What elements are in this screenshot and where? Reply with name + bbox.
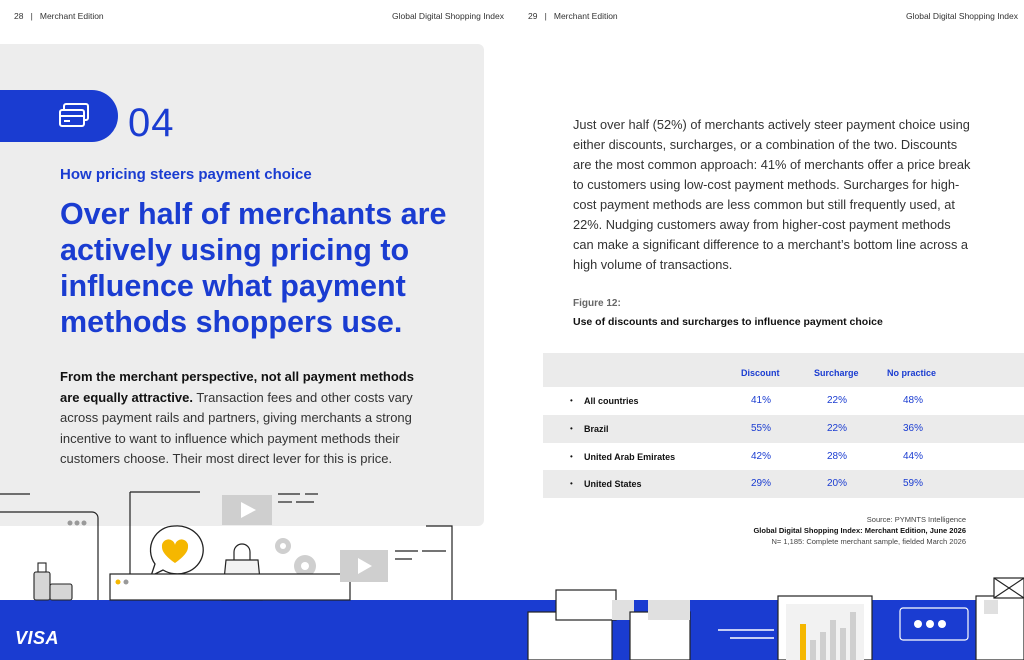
- source-line-sample: N= 1,185: Complete merchant sample, fiel…: [771, 537, 966, 546]
- row-country: United Arab Emirates: [584, 451, 676, 462]
- row-bullet: •: [570, 396, 573, 405]
- intro-paragraph: From the merchant perspective, not all p…: [60, 367, 430, 470]
- right-edition: Merchant Edition: [553, 11, 618, 21]
- table-row: • United States 29% 20% 59%: [543, 470, 1024, 498]
- left-edition: Merchant Edition: [39, 11, 104, 21]
- row-country: All countries: [584, 395, 639, 406]
- cell-discount: 42%: [750, 451, 771, 462]
- row-bullet: •: [570, 452, 573, 461]
- header-separator: |: [30, 11, 33, 21]
- section-number: 04: [128, 101, 175, 145]
- cell-discount: 41%: [750, 395, 771, 406]
- cell-no-practice: 48%: [902, 395, 923, 406]
- table-row: • Brazil 55% 22% 36%: [543, 415, 1024, 443]
- row-bullet: •: [570, 479, 573, 488]
- cell-discount: 55%: [750, 423, 771, 434]
- row-country: Brazil: [584, 423, 609, 434]
- left-page-number: 28: [14, 11, 24, 21]
- footer-bar: [0, 600, 1024, 660]
- section-kicker: How pricing steers payment choice: [60, 166, 312, 183]
- cell-no-practice: 59%: [902, 478, 923, 489]
- visa-logo: VISA: [15, 628, 60, 648]
- cell-no-practice: 44%: [902, 451, 923, 462]
- cell-surcharge: 20%: [826, 478, 847, 489]
- shopping-bag-icon: [221, 543, 263, 601]
- column-header-surcharge: Surcharge: [814, 368, 859, 378]
- table-row: • All countries 41% 22% 48%: [543, 387, 1024, 415]
- right-page-header: 29 | Merchant Edition: [528, 11, 618, 21]
- cell-discount: 29%: [750, 478, 771, 489]
- row-bullet: •: [570, 424, 573, 433]
- gear-icon: [275, 538, 316, 577]
- source-line-title: Global Digital Shopping Index: Merchant …: [753, 526, 966, 535]
- section-icon-badge: [0, 90, 118, 142]
- figure-title: Use of discounts and surcharges to influ…: [573, 316, 883, 328]
- body-paragraph: Just over half (52%) of merchants active…: [573, 117, 971, 272]
- device-screen-icon: [109, 573, 351, 601]
- cell-surcharge: 22%: [826, 395, 847, 406]
- row-country: United States: [584, 478, 642, 489]
- cell-no-practice: 36%: [902, 423, 923, 434]
- heart-chat-icon: [149, 525, 204, 578]
- figure-source: Source: PYMNTS Intelligence Global Digit…: [753, 514, 966, 547]
- table-row: • United Arab Emirates 42% 28% 44%: [543, 443, 1024, 471]
- right-page-number: 29: [528, 11, 538, 21]
- section-headline: Over half of merchants are actively usin…: [60, 197, 447, 339]
- source-line: Source: PYMNTS Intelligence: [866, 515, 966, 524]
- left-report-title: Global Digital Shopping Index: [392, 11, 504, 21]
- cell-surcharge: 22%: [826, 423, 847, 434]
- cell-surcharge: 28%: [826, 451, 847, 462]
- header-separator: |: [544, 11, 547, 21]
- figure-label: Figure 12:: [573, 298, 621, 309]
- credit-card-icon: [59, 103, 89, 127]
- right-report-title: Global Digital Shopping Index: [906, 11, 1018, 21]
- left-page-header: 28 | Merchant Edition: [14, 11, 104, 21]
- video-play-icon: [340, 550, 388, 582]
- bottle-icon: [33, 562, 73, 601]
- table-header-row: [543, 353, 1024, 387]
- column-header-discount: Discount: [741, 368, 780, 378]
- column-header-no-practice: No practice: [887, 368, 937, 378]
